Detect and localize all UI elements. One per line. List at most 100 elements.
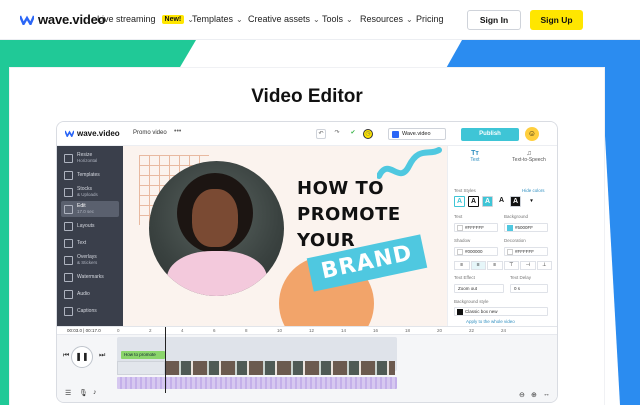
- editor-logo-text: wave.video: [77, 129, 120, 138]
- text-style-option[interactable]: A: [482, 196, 493, 207]
- clip-thumbnail[interactable]: [117, 361, 165, 375]
- sign-up-button[interactable]: Sign Up: [530, 10, 583, 30]
- apply-whole-video-link[interactable]: Apply to the whole video: [466, 319, 515, 324]
- resize-icon: [64, 153, 73, 163]
- sidebar-item-stocks[interactable]: Stocks & Uploads: [61, 184, 119, 200]
- avatar[interactable]: ☺: [525, 127, 539, 141]
- tick-label: 10: [277, 328, 283, 333]
- sign-in-button[interactable]: Sign In: [467, 10, 521, 30]
- text-color-label: Text: [454, 214, 463, 219]
- edit-icon: [64, 204, 73, 214]
- align-left-icon[interactable]: ≡: [454, 261, 470, 270]
- nav-tools[interactable]: Tools ⌄: [322, 14, 353, 24]
- align-top-icon[interactable]: ⊤: [503, 261, 519, 270]
- text-properties-panel: Tт Text ♫ Text-to-Speech Text Styles Hid…: [447, 146, 557, 326]
- nav-label: Creative assets: [248, 14, 311, 24]
- sidebar-item-templates[interactable]: Templates: [61, 167, 119, 183]
- align-middle-icon[interactable]: ⊣: [520, 261, 536, 270]
- undo-icon[interactable]: ↶: [316, 129, 326, 139]
- background-style-select[interactable]: Classic box new: [454, 307, 548, 316]
- background-color-swatch: [507, 225, 513, 231]
- text-style-option[interactable]: A: [510, 196, 521, 207]
- brand-select[interactable]: Wave.video: [388, 128, 446, 140]
- background-color-field[interactable]: #5000FF: [504, 223, 548, 232]
- text-style-option[interactable]: A: [454, 196, 465, 207]
- text-color-field[interactable]: #FFFFFF: [454, 223, 498, 232]
- skip-back-icon[interactable]: ⏮: [63, 352, 69, 360]
- more-icon[interactable]: •••: [174, 128, 181, 135]
- video-canvas[interactable]: HOW TO PROMOTE YOUR BRAND: [123, 146, 447, 326]
- sidebar-item-watermarks[interactable]: Watermarks: [61, 269, 119, 285]
- microphone-icon[interactable]: 🎙: [79, 389, 88, 397]
- more-styles-icon[interactable]: ▾: [526, 196, 537, 207]
- tab-text-to-speech[interactable]: ♫ Text-to-Speech: [504, 150, 554, 163]
- tab-label: Text: [470, 157, 480, 163]
- nav-label: Templates: [192, 14, 234, 24]
- nav-creative-assets[interactable]: Creative assets ⌄: [248, 14, 320, 24]
- timer-icon[interactable]: ◷: [363, 129, 373, 139]
- sidebar-item-sub: Horizontal: [77, 158, 98, 163]
- logo-text: wave.video: [38, 12, 106, 27]
- overlays-icon: [64, 255, 73, 265]
- sidebar-item-overlays[interactable]: Overlays & Stickers: [61, 252, 119, 268]
- headline-line: PROMOTE: [297, 204, 401, 225]
- alignment-group: ≡ ≡ ≡ ⊤ ⊣ ⊥: [454, 261, 552, 270]
- fit-width-icon[interactable]: ↔: [543, 391, 550, 398]
- align-bottom-icon[interactable]: ⊥: [536, 261, 552, 270]
- tick-label: 0: [117, 328, 120, 333]
- sidebar-item-layouts[interactable]: Layouts: [61, 218, 119, 234]
- decoration-label: Decoration: [504, 238, 526, 243]
- video-clip-strip[interactable]: [165, 361, 395, 375]
- align-right-icon[interactable]: ≡: [487, 261, 503, 270]
- zoom-in-icon[interactable]: ⊕: [531, 391, 537, 399]
- text-effect-select[interactable]: Zoom out: [454, 284, 504, 293]
- project-name[interactable]: Promo video: [133, 130, 167, 136]
- volume-icon[interactable]: ♪: [93, 389, 97, 396]
- nav-pricing[interactable]: Pricing: [416, 14, 444, 24]
- sidebar-item-resize[interactable]: Resize Horizontal: [61, 150, 119, 166]
- sidebar-item-label: Audio: [77, 291, 90, 297]
- chevron-down-icon: ⌄: [236, 14, 243, 24]
- decoration-color-swatch: [507, 249, 513, 255]
- tab-text[interactable]: Tт Text: [450, 150, 500, 163]
- background-style-value: Classic box new: [465, 309, 498, 314]
- skip-forward-icon[interactable]: ⏭: [99, 352, 105, 360]
- audio-waveform[interactable]: [117, 377, 397, 389]
- tick-label: 18: [405, 328, 411, 333]
- sidebar-item-captions[interactable]: Captions: [61, 303, 119, 319]
- sidebar-item-audio[interactable]: Audio: [61, 286, 119, 302]
- text-style-option[interactable]: A: [468, 196, 479, 207]
- text-style-option[interactable]: A: [496, 196, 507, 207]
- pause-button[interactable]: ❚❚: [71, 346, 93, 368]
- text-clip[interactable]: How to promote: [121, 351, 165, 359]
- nav-templates[interactable]: Templates ⌄: [192, 14, 243, 24]
- zoom-out-icon[interactable]: ⊖: [519, 391, 525, 399]
- wave-logo-icon: [20, 15, 34, 25]
- playhead[interactable]: [165, 327, 166, 393]
- speech-tab-icon: ♫: [526, 150, 532, 157]
- text-effect-value: Zoom out: [458, 286, 478, 291]
- text-delay-select[interactable]: 0 s: [510, 284, 548, 293]
- editor-sidebar: Resize Horizontal Templates Stocks & Uploa…: [57, 146, 123, 326]
- nav-resources[interactable]: Resources ⌄: [360, 14, 413, 24]
- redo-icon[interactable]: ↷: [332, 129, 342, 139]
- sidebar-item-text[interactable]: Text: [61, 235, 119, 251]
- timeline-ruler: 00:03.0 | 00:17.0 0 2 4 6 8 10 12 14 16 …: [57, 327, 557, 335]
- tick-label: 22: [469, 328, 475, 333]
- editor-topbar: wave.video Promo video ••• ↶ ↷ ✔ ◷ Wave.…: [57, 122, 557, 146]
- shadow-color-field[interactable]: #000000: [454, 247, 498, 256]
- logo[interactable]: wave.video: [20, 12, 106, 27]
- tick-label: 12: [309, 328, 315, 333]
- background-style-label: Background style: [454, 299, 489, 304]
- sidebar-item-edit[interactable]: Edit 17.0 sec: [61, 201, 119, 217]
- nav-live-streaming[interactable]: Live streaming New! ⌄: [97, 14, 194, 24]
- text-styles-label: Text Styles: [454, 188, 476, 193]
- align-center-icon[interactable]: ≡: [470, 261, 486, 270]
- hide-colors-link[interactable]: Hide colors: [522, 188, 545, 193]
- publish-button[interactable]: Publish: [461, 128, 519, 141]
- chevron-down-icon: ⌄: [406, 14, 413, 24]
- list-icon[interactable]: ☰: [65, 389, 71, 397]
- tick-label: 24: [501, 328, 507, 333]
- decoration-color-field[interactable]: #FFFFFF: [504, 247, 548, 256]
- background-color-value: #5000FF: [515, 225, 534, 230]
